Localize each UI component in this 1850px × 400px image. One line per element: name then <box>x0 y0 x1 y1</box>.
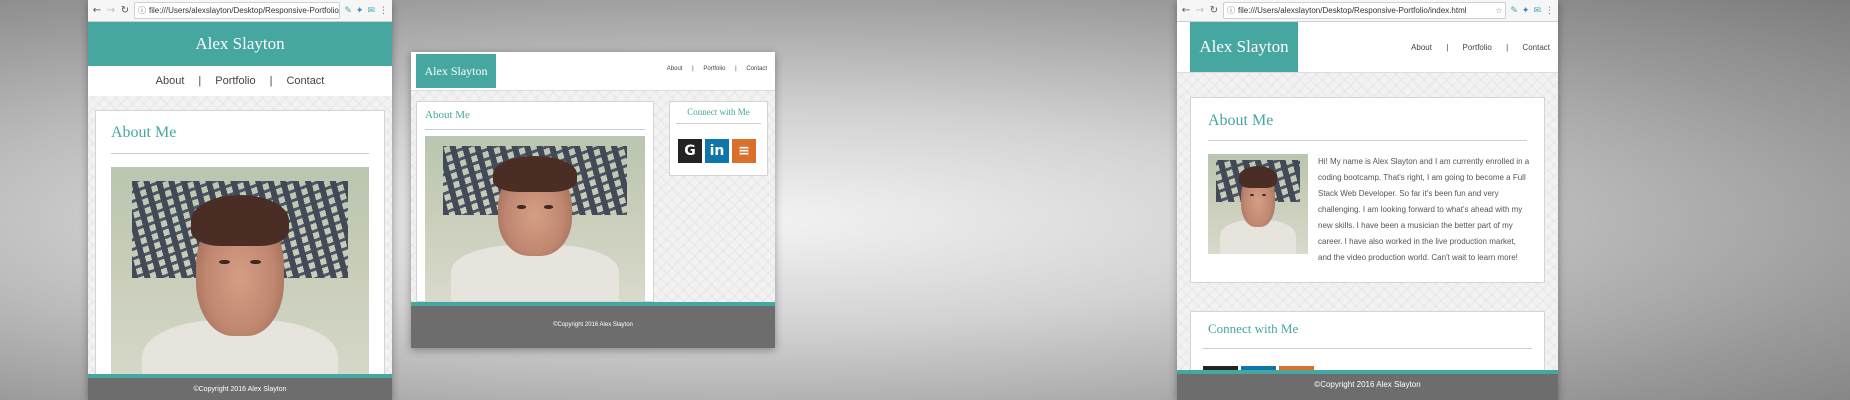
site-title: Alex Slayton <box>424 63 488 78</box>
copyright-text: ©Copyright 2016 Alex Slayton <box>553 322 633 328</box>
divider <box>425 129 645 130</box>
extension-icon[interactable]: ✦ <box>1522 6 1530 16</box>
nav-portfolio-link[interactable]: Portfolio <box>215 75 255 87</box>
page-content: About Me Connect with Me Gin ≡ <box>411 91 775 302</box>
nav-separator: | <box>269 75 273 87</box>
github-icon[interactable]: G <box>678 139 702 163</box>
connect-heading: Connect with Me <box>687 107 750 117</box>
nav-separator: | <box>692 66 694 72</box>
site-title-box[interactable]: Alex Slayton <box>1190 22 1298 72</box>
address-bar[interactable]: ⓘ file:///Users/alexslayton/Desktop/Resp… <box>1223 2 1507 19</box>
about-heading: About Me <box>1208 112 1274 129</box>
nav-separator: | <box>1506 43 1509 52</box>
extension-icon-2[interactable]: ✉ <box>1533 6 1541 16</box>
about-card: About Me <box>416 101 654 302</box>
nav-separator: | <box>198 75 202 87</box>
browser-toolbar: ← → ↻ ⓘ file:///Users/alexslayton/Deskto… <box>88 0 392 22</box>
nav-about-link[interactable]: About <box>667 66 683 72</box>
browser-menu-icon[interactable]: ⋮ <box>1545 6 1554 16</box>
browser-menu-icon[interactable]: ⋮ <box>379 6 388 16</box>
back-icon[interactable]: ← <box>92 5 102 16</box>
site-title[interactable]: Alex Slayton <box>195 34 284 54</box>
info-icon[interactable]: ⓘ <box>138 5 146 16</box>
browser-window-tablet: Alex Slayton About | Portfolio | Contact… <box>411 52 775 348</box>
site-header: Alex Slayton <box>88 22 392 66</box>
connect-card: Connect with Me Gin≡ <box>669 101 768 176</box>
reload-icon[interactable]: ↻ <box>120 5 130 16</box>
nav-about-link[interactable]: About <box>1411 43 1432 52</box>
about-heading: About Me <box>111 124 177 141</box>
address-bar-url: file:///Users/alexslayton/Desktop/Respon… <box>149 6 341 15</box>
nav-portfolio-link[interactable]: Portfolio <box>703 66 725 72</box>
desktop-background: { "site": { "name": "Alex Slayton", "nav… <box>0 0 1850 400</box>
nav-contact-link[interactable]: Contact <box>1522 43 1550 52</box>
site-title: Alex Slayton <box>1199 37 1289 56</box>
divider <box>1208 140 1527 141</box>
browser-window-desktop: ← → ↻ ⓘ file:///Users/alexslayton/Deskto… <box>1177 0 1558 400</box>
divider <box>676 123 761 124</box>
profile-photo <box>111 167 369 399</box>
page-content: About Me Hi! My name is Alex Slayton and… <box>1177 73 1558 400</box>
site-nav: About | Portfolio | Contact <box>1411 43 1550 52</box>
bookmark-star-icon[interactable]: ☆ <box>1495 6 1502 15</box>
address-bar-url: file:///Users/alexslayton/Desktop/Respon… <box>1238 6 1467 15</box>
nav-portfolio-link[interactable]: Portfolio <box>1463 43 1492 52</box>
stackoverflow-icon[interactable]: ≡ <box>732 139 756 163</box>
site-footer: ©Copyright 2016 Alex Slayton <box>88 374 392 400</box>
extension-icon-2[interactable]: ✉ <box>367 6 375 16</box>
forward-icon[interactable]: → <box>1195 5 1205 16</box>
about-card: About Me Hi! My name is Alex Slayton and… <box>1190 97 1545 283</box>
nav-contact-link[interactable]: Contact <box>746 66 767 72</box>
about-heading: About Me <box>425 109 470 121</box>
browser-window-mobile: ← → ↻ ⓘ file:///Users/alexslayton/Deskto… <box>88 0 392 400</box>
extension-icon[interactable]: ✦ <box>356 6 364 16</box>
site-header: Alex Slayton About | Portfolio | Contact <box>411 52 775 91</box>
eyedropper-extension-icon[interactable]: ✎ <box>1510 6 1518 16</box>
about-card: About Me <box>95 110 385 400</box>
nav-separator: | <box>735 66 737 72</box>
browser-toolbar: ← → ↻ ⓘ file:///Users/alexslayton/Deskto… <box>1177 0 1558 22</box>
eyedropper-extension-icon[interactable]: ✎ <box>344 6 352 16</box>
address-bar[interactable]: ⓘ file:///Users/alexslayton/Desktop/Resp… <box>134 2 341 19</box>
page-content: About Me <box>88 96 392 400</box>
site-title-box[interactable]: Alex Slayton <box>416 54 496 88</box>
forward-icon[interactable]: → <box>106 5 116 16</box>
profile-photo <box>1208 154 1308 254</box>
site-nav: About | Portfolio | Contact <box>667 66 767 72</box>
nav-about-link[interactable]: About <box>156 75 185 87</box>
copyright-text: ©Copyright 2016 Alex Slayton <box>193 386 287 393</box>
site-nav: About | Portfolio | Contact <box>88 66 392 97</box>
connect-heading: Connect with Me <box>1208 321 1299 336</box>
social-icons: Gin≡ <box>678 139 759 163</box>
copyright-text: ©Copyright 2016 Alex Slayton <box>1314 380 1421 389</box>
profile-photo <box>425 136 645 301</box>
back-icon[interactable]: ← <box>1181 5 1191 16</box>
info-icon[interactable]: ⓘ <box>1227 5 1235 16</box>
about-bio: Hi! My name is Alex Slayton and I am cur… <box>1318 157 1530 262</box>
site-footer: ©Copyright 2016 Alex Slayton <box>1177 370 1558 400</box>
divider <box>111 153 369 154</box>
linkedin-icon[interactable]: in <box>705 139 729 163</box>
site-header: Alex Slayton About | Portfolio | Contact <box>1177 22 1558 73</box>
site-footer: ©Copyright 2016 Alex Slayton <box>411 302 775 348</box>
nav-separator: | <box>1446 43 1449 52</box>
reload-icon[interactable]: ↻ <box>1209 5 1219 16</box>
nav-contact-link[interactable]: Contact <box>286 75 324 87</box>
divider <box>1203 348 1532 349</box>
